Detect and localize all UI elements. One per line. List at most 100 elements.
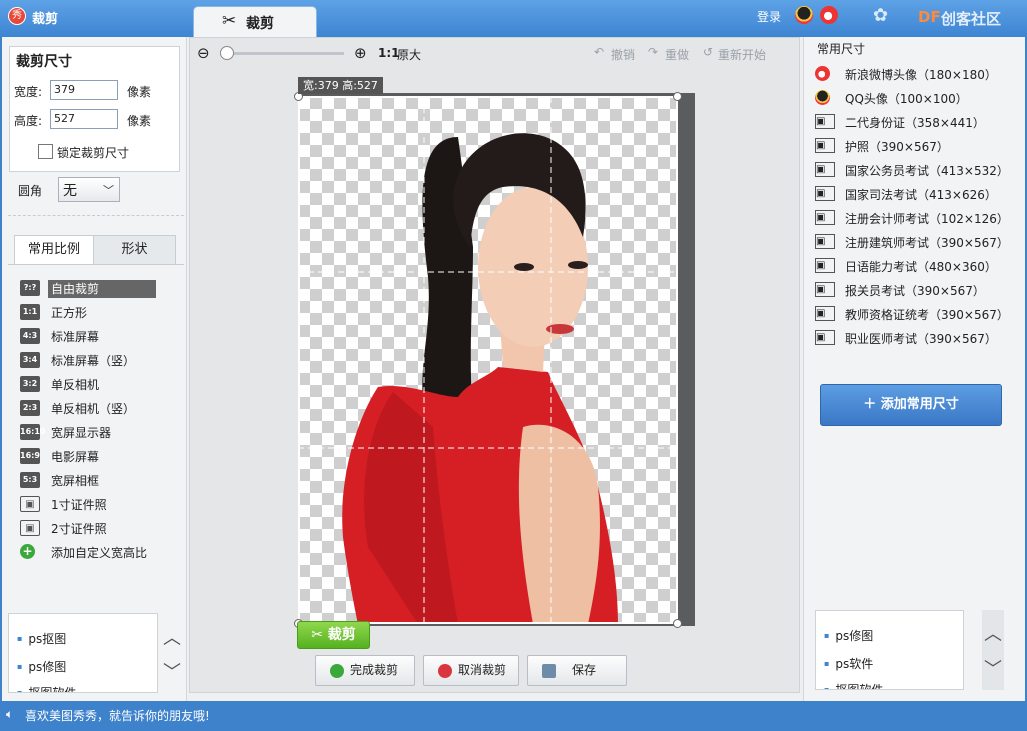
lock-size-checkbox[interactable] [38,144,53,159]
add-common-size-button[interactable]: ＋ 添加常用尺寸 [820,384,1002,426]
divider [8,215,184,216]
ratio-3-4-icon: 3:4 [20,352,40,368]
weibo-icon [815,66,830,81]
corner-select[interactable]: 无 ﹀ [58,177,120,202]
login-link[interactable]: 登录 [757,8,781,25]
width-input[interactable]: 379 [50,80,118,100]
ratio-label: 添加自定义宽高比 [51,546,148,560]
qq-icon[interactable] [795,6,813,24]
tab-common-ratio[interactable]: 常用比例 [14,235,94,265]
id-card-icon: ▣ [815,234,835,249]
preset-label: 注册会计师考试（102×126） [845,212,1009,226]
link-cutout-software[interactable]: 抠图软件 [17,684,76,692]
id-card-icon: ▣ [815,114,835,129]
link-ps-cutout[interactable]: ps抠图 [17,630,66,647]
ratio-item-free[interactable]: ?:? 自由裁剪 [20,278,170,300]
chevron-down-icon[interactable]: ﹀ [163,658,181,684]
zoom-slider-thumb[interactable] [220,46,234,60]
preset-jlpt[interactable]: ▣ 日语能力考试（480×360） [815,255,1020,277]
ratio-item-add-custom[interactable]: + 添加自定义宽高比 [20,542,170,564]
crop-button[interactable]: ✂ 裁剪 [297,621,370,649]
tab-crop[interactable]: ✂ 裁剪 [193,6,317,37]
chevron-up-icon[interactable]: ︿ [984,620,1002,646]
undo-icon[interactable]: ↶ [594,45,604,59]
ratio-item-16-10[interactable]: 16:10 宽屏显示器 [20,422,170,444]
status-text[interactable]: 喜欢美图秀秀，就告诉你的朋友哦! [25,707,210,724]
redo-button[interactable]: 重做 [665,46,689,63]
preset-label: 二代身份证（358×441） [845,116,985,130]
ratio-label: 1寸证件照 [51,498,107,512]
lock-size-label: 锁定裁剪尺寸 [57,146,130,160]
restart-icon[interactable]: ↺ [703,45,713,59]
preset-qq[interactable]: QQ头像（100×100） [815,87,1020,109]
zoom-out-icon[interactable]: ⊖ [197,44,210,62]
done-crop-button[interactable]: 完成裁剪 [315,655,415,686]
redo-icon[interactable]: ↷ [648,45,658,59]
width-label: 宽度: [14,85,43,99]
plus-icon: ＋ [863,397,881,412]
link-ps-retouch[interactable]: ps修图 [824,627,873,644]
ratio-item-16-9[interactable]: 16:9 电影屏幕 [20,446,170,468]
id-card-icon: ▣ [815,210,835,225]
height-input[interactable]: 527 [50,109,118,129]
corner-select-value: 无 [63,183,77,199]
app-logo-icon: 秀 [8,7,26,25]
height-unit: 像素 [127,114,152,128]
preset-label: 日语能力考试（480×360） [845,260,997,274]
weibo-icon[interactable] [820,6,838,24]
id-card-icon: ▣ [815,306,835,321]
tab-shape[interactable]: 形状 [93,235,176,265]
ratio-item-1-inch[interactable]: ▣ 1寸证件照 [20,494,170,516]
ratio-free-icon: ?:? [20,280,40,296]
width-unit: 像素 [127,85,152,99]
zoom-in-icon[interactable]: ⊕ [354,44,367,62]
ratio-item-3-4[interactable]: 3:4 标准屏幕（竖） [20,350,170,372]
preset-id-card[interactable]: ▣ 二代身份证（358×441） [815,111,1020,133]
watermark-brand: DF [918,8,941,26]
window-title: 裁剪 [32,12,59,27]
right-links-box: ps修图 ps软件 抠图软件 [815,610,964,690]
preset-judicial[interactable]: ▣ 国家司法考试（413×626） [815,183,1020,205]
preset-customs[interactable]: ▣ 报关员考试（390×567） [815,279,1020,301]
ratio-item-square[interactable]: 1:1 正方形 [20,302,170,324]
preset-civil-service[interactable]: ▣ 国家公务员考试（413×532） [815,159,1020,181]
ratio-16-10-icon: 16:10 [20,424,45,440]
undo-button[interactable]: 撤销 [611,46,635,63]
ratio-label: 标准屏幕（竖） [51,354,136,368]
crop-handle-top-right[interactable] [673,92,682,101]
preset-label: 报关员考试（390×567） [845,284,985,298]
preset-cpa[interactable]: ▣ 注册会计师考试（102×126） [815,207,1020,229]
tab-underline [8,264,184,265]
preset-weibo[interactable]: 新浪微博头像（180×180） [815,63,1020,85]
link-ps-retouch[interactable]: ps修图 [17,658,66,675]
ratio-4-3-icon: 4:3 [20,328,40,344]
restart-button[interactable]: 重新开始 [718,46,766,63]
preset-architect[interactable]: ▣ 注册建筑师考试（390×567） [815,231,1020,253]
link-cutout-software[interactable]: 抠图软件 [824,681,883,689]
ratio-label: 标准屏幕 [51,330,100,344]
ratio-label: 2寸证件照 [51,522,107,536]
preset-passport[interactable]: ▣ 护照（390×567） [815,135,1020,157]
crop-handle-bottom-right[interactable] [673,619,682,628]
save-button[interactable]: 保存 [527,655,627,686]
cancel-crop-button[interactable]: 取消裁剪 [423,655,519,686]
crop-size-title: 裁剪尺寸 [16,54,72,70]
zoom-slider-track[interactable] [228,52,344,55]
ratio-1-1-icon: 1:1 [20,304,40,320]
close-icon [438,664,452,678]
chevron-up-icon[interactable]: ︿ [163,624,181,650]
ratio-item-2-3[interactable]: 2:3 单反相机（竖） [20,398,170,420]
ratio-label: 宽屏显示器 [51,426,112,440]
ratio-item-5-3[interactable]: 5:3 宽屏相框 [20,470,170,492]
crop-frame[interactable] [298,96,678,624]
chevron-down-icon[interactable]: ﹀ [984,655,1002,681]
watermark-text: 创客社区 [941,10,1002,28]
ratio-item-4-3[interactable]: 4:3 标准屏幕 [20,326,170,348]
preset-label: QQ头像（100×100） [845,92,968,106]
link-ps-software[interactable]: ps软件 [824,655,873,672]
original-size-button[interactable]: 原大 [397,46,421,63]
ratio-item-3-2[interactable]: 3:2 单反相机 [20,374,170,396]
preset-doctor[interactable]: ▣ 职业医师考试（390×567） [815,327,1020,349]
ratio-item-2-inch[interactable]: ▣ 2寸证件照 [20,518,170,540]
preset-teacher[interactable]: ▣ 教师资格证统考（390×567） [815,303,1020,325]
